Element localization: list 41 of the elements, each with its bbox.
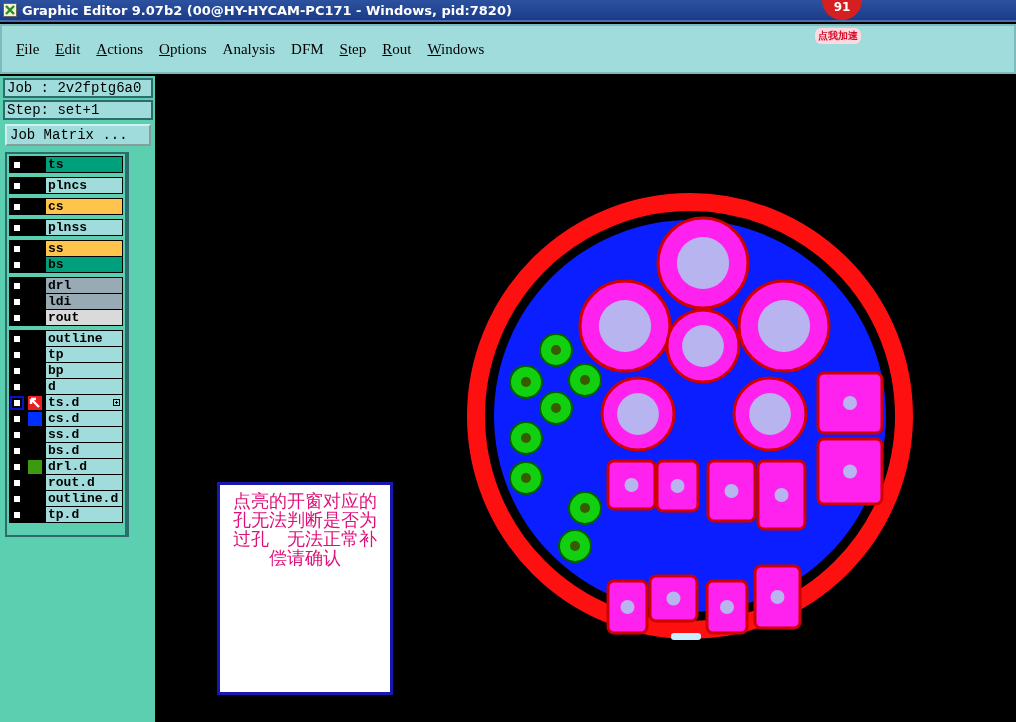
layer-name[interactable]: plncs — [46, 178, 122, 193]
layer-name[interactable]: ts.d — [46, 395, 122, 410]
menu-item[interactable]: DFM — [291, 40, 324, 58]
layer-name[interactable]: bs — [46, 257, 122, 272]
arrow-icon — [28, 395, 42, 410]
menu-item[interactable]: Windows — [427, 40, 485, 58]
layer-name[interactable]: bs.d — [46, 443, 122, 458]
app-icon — [3, 3, 17, 17]
speed-up-label[interactable]: 点我加速 — [815, 28, 861, 44]
layer-name[interactable]: drl — [46, 278, 122, 293]
layer-name[interactable]: tp — [46, 347, 122, 362]
layer-name[interactable]: outline.d — [46, 491, 122, 506]
layer-name[interactable]: ss.d — [46, 427, 122, 442]
note-text: 偿请确认 — [268, 548, 342, 567]
layer-name[interactable]: ldi — [46, 294, 122, 309]
layer-name[interactable]: tp.d — [46, 507, 122, 522]
layer-name[interactable]: ss — [46, 241, 122, 256]
menu-item[interactable]: Step — [339, 40, 367, 58]
job-matrix-button[interactable]: Job Matrix ... — [5, 124, 151, 146]
menu-item[interactable]: File — [16, 40, 40, 58]
layer-name[interactable]: plnss — [46, 220, 122, 235]
menu-item[interactable]: Options — [159, 40, 207, 58]
layer-name[interactable]: cs.d — [46, 411, 122, 426]
layer-name[interactable]: ts — [46, 157, 122, 172]
job-label: Job : 2v2fptg6a0 — [3, 78, 153, 98]
menu-item[interactable]: Analysis — [222, 40, 276, 58]
layer-name[interactable]: drl.d — [46, 459, 122, 474]
menu-item[interactable]: Rout — [382, 40, 412, 58]
step-label: Step: set+1 — [3, 100, 153, 120]
note-text: 点亮的开窗对应的 — [232, 491, 378, 510]
layer-name[interactable]: bp — [46, 363, 122, 378]
window-title: Graphic Editor 9.07b2 (00@HY-HYCAM-PC171 - Windows, pid:7820) — [22, 2, 512, 18]
layer-name[interactable]: outline — [46, 331, 122, 346]
menu-item[interactable]: Actions — [96, 40, 144, 58]
layer-name[interactable]: d — [46, 379, 122, 394]
menu-item[interactable]: Edit — [55, 40, 81, 58]
note-text: 过孔 无法正常补 — [232, 529, 378, 548]
note-text: 孔无法判断是否为 — [232, 510, 378, 529]
layer-name[interactable]: rout.d — [46, 475, 122, 490]
layer-name[interactable]: rout — [46, 310, 122, 325]
layer-name[interactable]: cs — [46, 199, 122, 214]
